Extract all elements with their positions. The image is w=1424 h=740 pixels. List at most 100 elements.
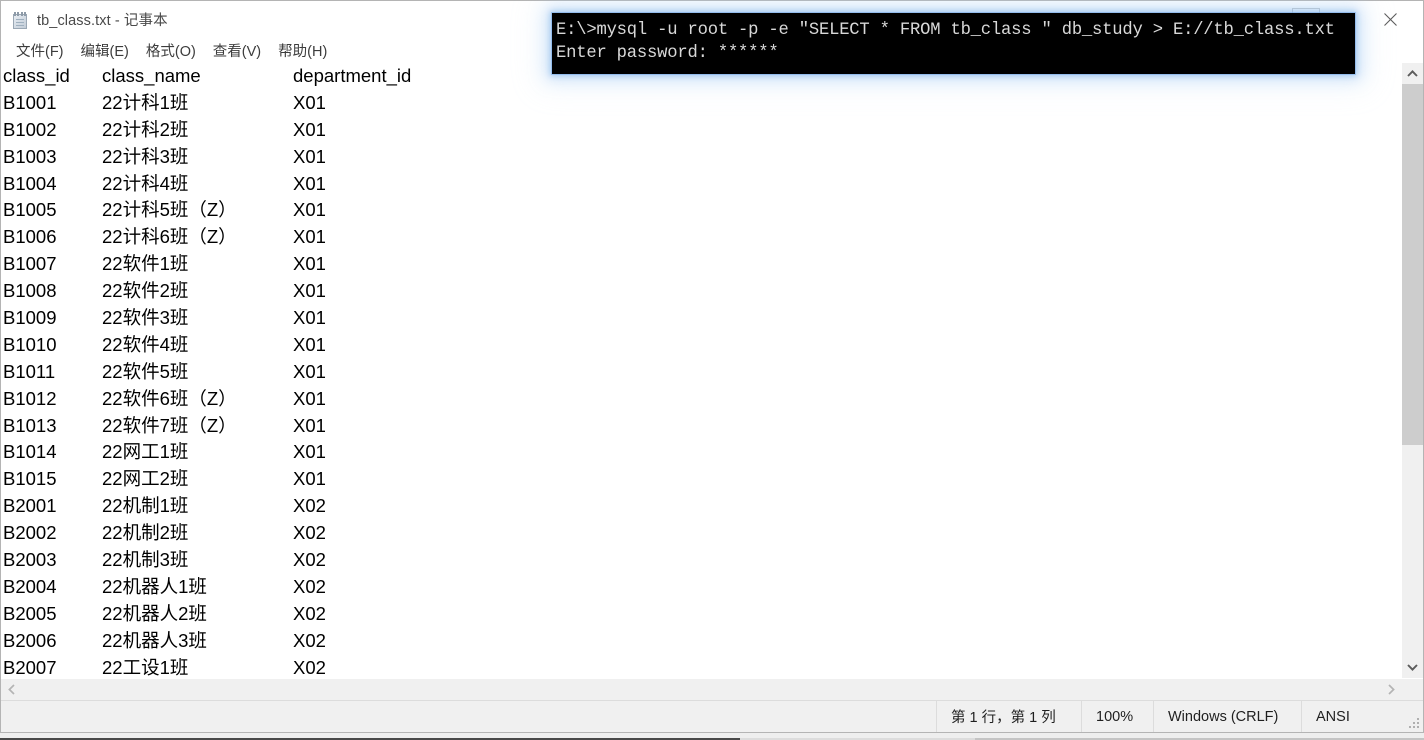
cell-class-id: B1006 <box>3 226 57 248</box>
cell-department-id: X01 <box>293 226 326 248</box>
text-line: B1008 22软件2班 X01 <box>3 278 1401 305</box>
cell-class-id: B1012 <box>3 387 57 409</box>
status-cursor-position: 第 1 行，第 1 列 <box>936 701 1081 732</box>
cell-class-id: B2001 <box>3 495 57 517</box>
cell-class-name: 22软件4班 <box>102 333 189 355</box>
notepad-icon <box>12 11 28 29</box>
horizontal-scrollbar[interactable] <box>1 678 1423 700</box>
text-line: B1010 22软件4班 X01 <box>3 332 1401 359</box>
text-line: B2007 22工设1班 X02 <box>3 655 1401 678</box>
text-line: B1007 22软件1班 X01 <box>3 251 1401 278</box>
menu-item-edit[interactable]: 编辑(E) <box>73 38 138 63</box>
scroll-right-arrow-icon[interactable] <box>1381 679 1402 700</box>
cell-class-name: 22网工1班 <box>102 441 189 463</box>
cell-class-id: B1014 <box>3 441 57 463</box>
scrollbar-corner <box>1402 679 1423 700</box>
notepad-window: tb_class.txt - 记事本 文件(F) 编辑(E) 格式(O) 查看(… <box>0 0 1424 733</box>
cell-class-name: 22机制2班 <box>102 522 189 544</box>
text-line: B2003 22机制3班 X02 <box>3 547 1401 574</box>
cell-department-id: X01 <box>293 307 326 329</box>
menu-item-format[interactable]: 格式(O) <box>138 38 205 63</box>
text-line: B2004 22机器人1班 X02 <box>3 574 1401 601</box>
cell-class-id: B2007 <box>3 656 57 678</box>
cell-class-name: 22机器人1班 <box>102 575 207 597</box>
cell-class-id: B2002 <box>3 522 57 544</box>
cell-class-id: B1008 <box>3 280 57 302</box>
cell-class-id: B1001 <box>3 91 57 113</box>
text-line: B2005 22机器人2班 X02 <box>3 601 1401 628</box>
console-line-password: Enter password: ****** <box>556 44 779 63</box>
resize-grip-icon[interactable] <box>1409 718 1420 729</box>
close-button[interactable] <box>1367 1 1413 38</box>
text-line: B1005 22计科5班（Z） X01 <box>3 197 1401 224</box>
cell-class-name: 22软件3班 <box>102 307 189 329</box>
text-line: B1002 22计科2班 X01 <box>3 117 1401 144</box>
cell-department-id: X02 <box>293 522 326 544</box>
text-line: B1001 22计科1班 X01 <box>3 90 1401 117</box>
status-zoom-level[interactable]: 100% <box>1081 701 1153 732</box>
cell-class-id: B1013 <box>3 414 57 436</box>
status-line-ending: Windows (CRLF) <box>1153 701 1301 732</box>
status-encoding: ANSI <box>1301 701 1423 732</box>
text-line: B1006 22计科6班（Z） X01 <box>3 224 1401 251</box>
cell-department-id: X02 <box>293 602 326 624</box>
cell-department-id: X02 <box>293 575 326 597</box>
text-line: B2006 22机器人3班 X02 <box>3 628 1401 655</box>
cell-department-id: X01 <box>293 91 326 113</box>
cell-department-id: X01 <box>293 414 326 436</box>
cell-class-name: 22机器人3班 <box>102 629 207 651</box>
window-title: tb_class.txt - 记事本 <box>37 13 168 29</box>
cell-class-name: 22计科1班 <box>102 91 189 113</box>
cell-class-name: 22机制1班 <box>102 495 189 517</box>
cell-department-id: X01 <box>293 441 326 463</box>
menu-item-file[interactable]: 文件(F) <box>8 38 73 63</box>
cell-department-id: X02 <box>293 629 326 651</box>
cell-department-id: X02 <box>293 495 326 517</box>
cell-class-name: class_name <box>102 65 201 86</box>
cell-class-name: 22计科2班 <box>102 118 189 140</box>
text-line: B1003 22计科3班 X01 <box>3 144 1401 171</box>
cell-class-name: 22软件6班（Z） <box>102 387 237 409</box>
cell-department-id: X01 <box>293 199 326 221</box>
cell-class-id: B1015 <box>3 468 57 490</box>
menu-item-help[interactable]: 帮助(H) <box>270 38 336 63</box>
text-editor-area[interactable]: class_id class_name department_id B1001 22计科… <box>1 63 1401 678</box>
text-line: B1015 22网工2班 X01 <box>3 466 1401 493</box>
vertical-scrollbar-thumb[interactable] <box>1402 84 1423 445</box>
cell-class-name: 22机制3班 <box>102 549 189 571</box>
cell-class-name: 22软件7班（Z） <box>102 414 237 436</box>
cell-class-id: class_id <box>3 65 70 86</box>
cell-department-id: X01 <box>293 468 326 490</box>
cell-department-id: X02 <box>293 549 326 571</box>
cell-class-name: 22计科6班（Z） <box>102 226 237 248</box>
horizontal-scrollbar-track[interactable] <box>22 679 1381 700</box>
cell-class-name: 22软件5班 <box>102 360 189 382</box>
text-line: B2001 22机制1班 X02 <box>3 493 1401 520</box>
scroll-up-arrow-icon[interactable] <box>1402 63 1423 84</box>
scroll-down-arrow-icon[interactable] <box>1402 657 1423 678</box>
cell-department-id: X01 <box>293 253 326 275</box>
cell-class-name: 22计科5班（Z） <box>102 199 237 221</box>
cell-class-name: 22软件2班 <box>102 280 189 302</box>
text-line: B1013 22软件7班（Z） X01 <box>3 413 1401 440</box>
cell-department-id: X01 <box>293 172 326 194</box>
text-line: B1004 22计科4班 X01 <box>3 171 1401 198</box>
text-line: B1011 22软件5班 X01 <box>3 359 1401 386</box>
text-line: B1012 22软件6班（Z） X01 <box>3 386 1401 413</box>
cell-class-name: 22工设1班 <box>102 656 189 678</box>
cell-class-id: B1010 <box>3 333 57 355</box>
cell-department-id: X01 <box>293 145 326 167</box>
cell-class-id: B2005 <box>3 602 57 624</box>
vertical-scrollbar[interactable] <box>1401 63 1423 678</box>
cell-class-id: B1005 <box>3 199 57 221</box>
vertical-scrollbar-track[interactable] <box>1402 84 1423 657</box>
cell-class-id: B1002 <box>3 118 57 140</box>
cell-class-id: B1003 <box>3 145 57 167</box>
cell-class-id: B1009 <box>3 307 57 329</box>
cell-class-id: B2003 <box>3 549 57 571</box>
command-prompt-window[interactable]: E:\>mysql -u root -p -e "SELECT * FROM t… <box>552 13 1355 74</box>
cell-department-id: X01 <box>293 118 326 140</box>
menu-item-view[interactable]: 查看(V) <box>205 38 270 63</box>
cell-department-id: X01 <box>293 387 326 409</box>
scroll-left-arrow-icon[interactable] <box>1 679 22 700</box>
